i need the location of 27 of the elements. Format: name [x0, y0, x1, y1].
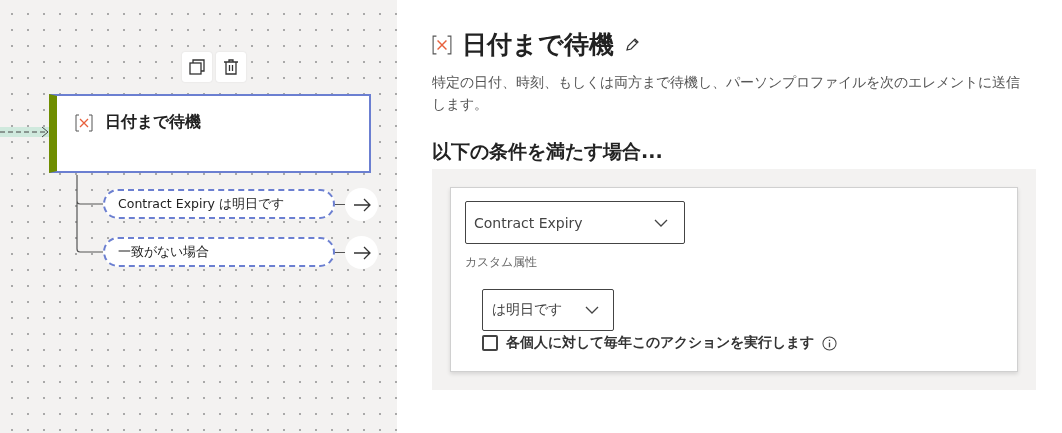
branch-label[interactable]: Contract Expiry は明日です: [103, 189, 335, 219]
copy-icon: [188, 58, 206, 76]
next-button[interactable]: [345, 236, 378, 269]
checkbox-label: 各個人に対して毎年このアクションを実行します: [506, 334, 814, 352]
calendar-x-icon: [432, 32, 452, 57]
node-title: 日付まで待機: [105, 112, 201, 133]
branch-label[interactable]: 一致がない場合: [103, 237, 335, 267]
duplicate-button[interactable]: [182, 52, 212, 82]
attribute-dropdown[interactable]: Contract Expiry: [465, 201, 685, 244]
arrow-right-icon: [352, 245, 371, 260]
checkbox[interactable]: [482, 335, 498, 351]
pencil-icon[interactable]: [624, 36, 640, 53]
wait-node[interactable]: 日付まで待機: [49, 94, 371, 173]
operator-dropdown[interactable]: は明日です: [482, 289, 614, 331]
arrow-right-icon: [352, 197, 371, 212]
connector-arrow: [0, 126, 50, 138]
next-button[interactable]: [345, 188, 378, 221]
field-label: カスタム属性: [465, 254, 538, 271]
chevron-down-icon: [585, 306, 599, 314]
chevron-down-icon: [654, 218, 668, 227]
info-icon[interactable]: [822, 335, 837, 351]
trash-icon: [222, 58, 240, 76]
section-heading: 以下の条件を満たす場合...: [432, 139, 664, 164]
calendar-x-icon: [75, 113, 93, 133]
panel-title: 日付まで待機: [462, 29, 614, 61]
panel-description: 特定の日付、時刻、もしくは両方まで待機し、パーソンプロファイルを次のエレメントに送信します。: [432, 73, 1021, 114]
delete-button[interactable]: [216, 52, 246, 82]
